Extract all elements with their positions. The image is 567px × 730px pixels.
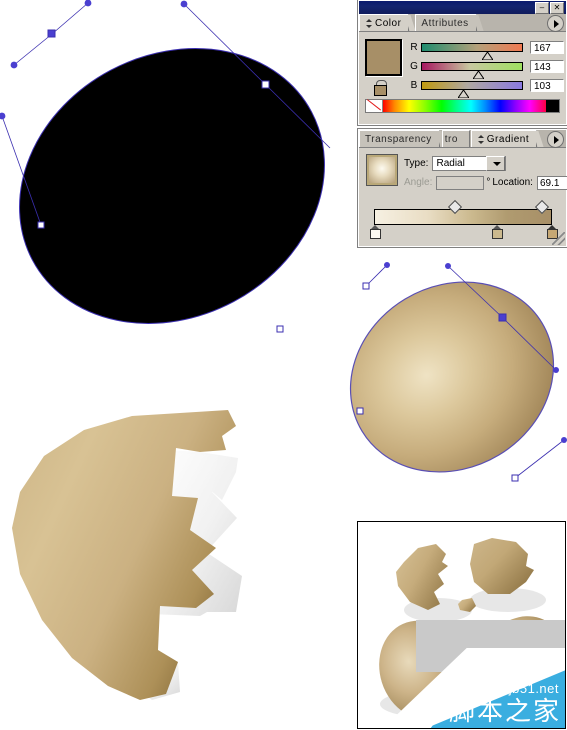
gradient-type-value: Radial <box>436 158 465 169</box>
location-label: Location: <box>492 177 533 188</box>
gradient-angle-location-row[interactable]: Angle: ° Location: 69.1 % <box>404 173 567 192</box>
tab-color[interactable]: Color <box>359 14 417 31</box>
tab-stroke-label: tro <box>444 133 458 145</box>
color-panel-titlebar[interactable]: – ✕ <box>359 1 566 14</box>
gradient-panel[interactable]: Transparency tro Gradient Type: Radial A… <box>358 129 567 247</box>
r-slider-thumb[interactable] <box>482 52 493 60</box>
black-egg-shape[interactable] <box>0 0 373 376</box>
color-panel-tabrow[interactable]: Color Attributes <box>359 14 566 32</box>
slider-row-r[interactable]: R 167 <box>407 38 564 60</box>
tab-attributes[interactable]: Attributes <box>415 14 484 31</box>
gradient-stop-0[interactable] <box>370 225 381 239</box>
fill-stroke-swatches[interactable] <box>365 37 407 96</box>
tab-gradient[interactable]: Gradient <box>470 130 544 147</box>
gradient-egg-shape[interactable] <box>315 245 567 509</box>
gradient-ramp[interactable] <box>374 209 552 225</box>
gradient-panel-body: Type: Radial Angle: ° Location: 69.1 % <box>359 148 567 245</box>
spectrum-ramp[interactable] <box>383 100 546 112</box>
tab-skew <box>404 15 417 31</box>
slider-row-b[interactable]: B 103 <box>407 76 564 98</box>
type-label: Type: <box>404 158 429 169</box>
gradient-panel-tabrow[interactable]: Transparency tro Gradient <box>359 130 566 148</box>
gradient-type-select[interactable]: Radial <box>432 156 507 171</box>
minimize-button[interactable]: – <box>535 1 549 14</box>
shell-right-half <box>470 538 534 594</box>
gradient-type-row[interactable]: Type: Radial <box>404 154 567 173</box>
g-slider-track[interactable] <box>421 62 523 79</box>
chevron-down-icon[interactable] <box>486 156 506 171</box>
g-value-field[interactable]: 143 <box>530 60 564 73</box>
g-slider-thumb[interactable] <box>473 71 484 79</box>
tab-gradient-label: Gradient <box>486 133 530 145</box>
rgb-sliders[interactable]: R 167 G 143 B 103 <box>407 37 564 98</box>
black-swatch[interactable] <box>546 100 559 112</box>
g-label: G <box>410 61 418 72</box>
stroke-swatch-icon[interactable] <box>374 80 387 96</box>
gradient-fields: Type: Radial Angle: ° Location: 69.1 % <box>398 154 567 192</box>
location-input[interactable]: 69.1 <box>536 175 567 190</box>
r-value-field[interactable]: 167 <box>530 41 564 54</box>
tab-color-label: Color <box>375 17 402 29</box>
angle-input[interactable] <box>436 175 485 190</box>
panel-menu-icon[interactable] <box>547 15 564 32</box>
r-label: R <box>410 42 418 53</box>
tab-attributes-label: Attributes <box>421 17 469 29</box>
watermark-sitename: 脚本之家 <box>448 697 561 727</box>
cracked-eggshell-artwork[interactable] <box>0 400 280 720</box>
tab-stroke[interactable]: tro <box>441 130 470 147</box>
gradient-ramp-area[interactable] <box>366 199 559 239</box>
result-panel: jb51.net 脚本之家 <box>357 521 566 729</box>
tab-skew <box>472 15 484 31</box>
fill-swatch[interactable] <box>365 39 402 76</box>
tab-grip-icon <box>477 134 484 144</box>
tab-transparency[interactable]: Transparency <box>359 130 447 147</box>
panel-menu-icon[interactable] <box>547 131 564 148</box>
angle-degree-symbol: ° <box>486 177 491 188</box>
color-spectrum-bar[interactable] <box>365 99 560 113</box>
tab-transparency-label: Transparency <box>365 133 432 145</box>
b-label: B <box>410 80 418 91</box>
color-panel-body: R 167 G 143 B 103 <box>359 32 566 119</box>
panel-resize-grip[interactable] <box>552 232 565 245</box>
watermark-domain: jb51.net <box>508 681 559 696</box>
color-panel[interactable]: – ✕ Color Attributes R 167 G 143 B 103 <box>358 0 567 125</box>
b-value-field[interactable]: 103 <box>530 79 564 92</box>
b-slider-track[interactable] <box>421 81 523 98</box>
black-egg-artwork[interactable] <box>0 0 360 395</box>
close-button[interactable]: ✕ <box>550 1 564 14</box>
angle-label: Angle: <box>404 177 433 188</box>
gradient-stop-1[interactable] <box>492 225 503 239</box>
none-swatch-icon[interactable] <box>366 100 383 112</box>
tab-grip-icon <box>365 18 372 28</box>
gradient-preview-thumbnail[interactable] <box>366 154 398 186</box>
tab-skew <box>532 131 544 147</box>
r-slider-track[interactable] <box>421 43 523 60</box>
illustrator-canvas: – ✕ Color Attributes R 167 G 143 B 103 T… <box>0 0 567 730</box>
b-slider-thumb[interactable] <box>458 90 469 98</box>
gradient-egg-artwork[interactable] <box>340 255 567 500</box>
